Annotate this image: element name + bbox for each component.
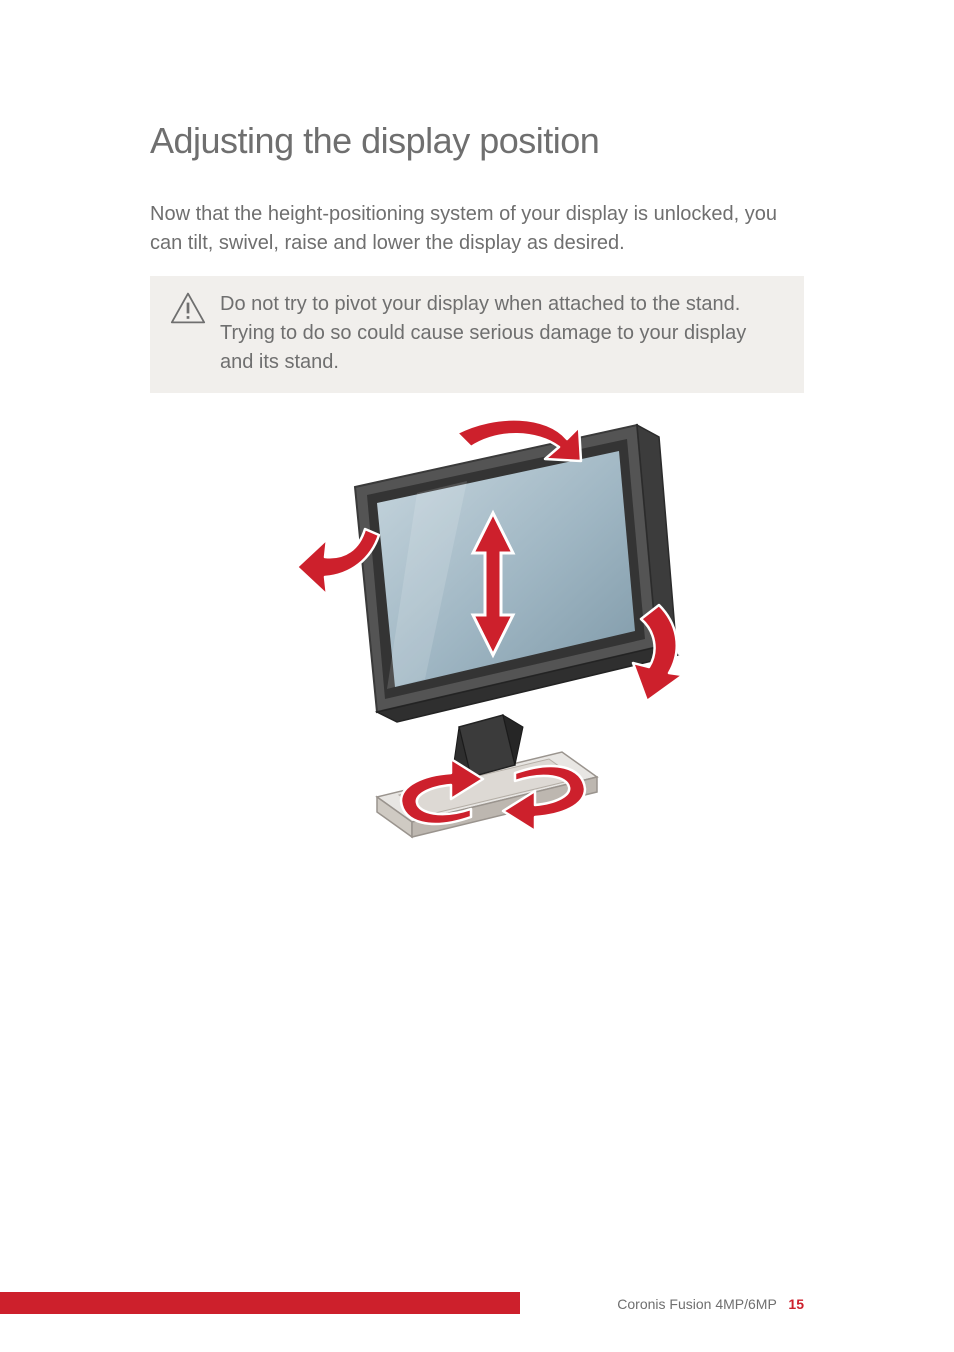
warning-text: Do not try to pivot your display when at… <box>220 290 784 377</box>
intro-paragraph: Now that the height-positioning system o… <box>150 200 804 258</box>
page-title: Adjusting the display position <box>150 120 804 162</box>
warning-icon <box>170 290 206 331</box>
footer-page-number: 15 <box>788 1296 804 1312</box>
footer-accent-bar <box>0 1292 520 1314</box>
footer-text: Coronis Fusion 4MP/6MP 15 <box>617 1296 804 1312</box>
footer-product: Coronis Fusion 4MP/6MP <box>617 1296 776 1312</box>
page-footer: Coronis Fusion 4MP/6MP 15 <box>0 1288 954 1314</box>
warning-callout: Do not try to pivot your display when at… <box>150 276 804 393</box>
monitor-adjust-figure <box>150 417 804 862</box>
